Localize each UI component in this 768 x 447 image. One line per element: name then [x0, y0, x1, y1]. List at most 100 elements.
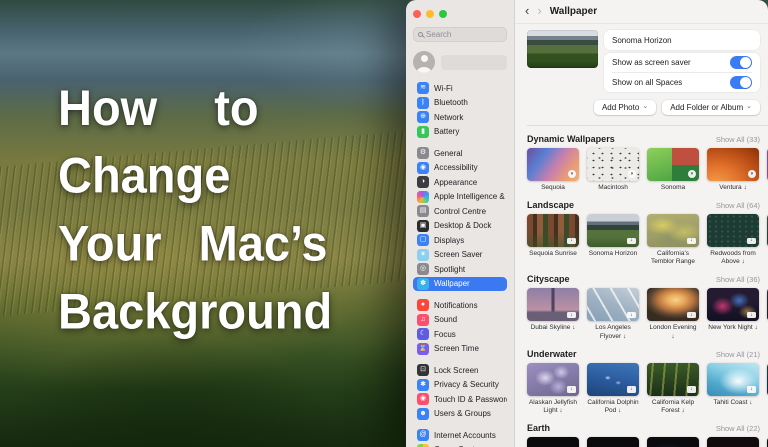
wallpaper-thumb-tahiti[interactable]: ↓	[707, 362, 759, 396]
sidebar-item-wallpaper[interactable]: ✽ Wallpaper	[413, 276, 507, 291]
wallpaper-thumb-london[interactable]: ↓	[647, 288, 699, 322]
sidebar-item-game-center[interactable]: Game Center	[413, 443, 507, 447]
screenshot-canvas: How to Change Your Mac’s Background Sear…	[0, 0, 768, 447]
all-spaces-toggle[interactable]	[730, 76, 752, 89]
wallpaper-cell: ↓ Redwoods from Above ↓	[707, 214, 759, 266]
download-badge-icon: ↓	[687, 386, 696, 393]
forward-button[interactable]: ›	[537, 4, 541, 17]
close-button[interactable]	[413, 10, 421, 18]
wallpaper-thumb-la[interactable]: ↓	[587, 288, 639, 322]
section-header: Cityscape Show All (36)	[527, 274, 768, 284]
show-all-link[interactable]: Show All (64)	[716, 201, 760, 210]
sidebar-item-label: Battery	[434, 127, 460, 137]
wallpaper-thumb-earth3[interactable]	[647, 436, 699, 447]
wallpaper-thumb-sonoma-horizon[interactable]: ↓	[587, 214, 639, 248]
sidebar-item-label: Control Centre	[434, 206, 487, 216]
sidebar-item-bluetooth[interactable]: ᛒ Bluetooth	[413, 96, 507, 111]
wifi-icon: ≋	[417, 82, 429, 95]
section-header: Earth Show All (22)	[527, 423, 768, 433]
wallpaper-thumb-earth2[interactable]	[587, 436, 639, 447]
wallpaper-thumb-sonoma[interactable]: ◗	[647, 148, 699, 181]
sidebar-item-label: Lock Screen	[434, 365, 479, 375]
sidebar-item-users-groups[interactable]: ☻ Users & Groups	[413, 407, 507, 422]
sidebar-item-network[interactable]: ⊕ Network	[413, 110, 507, 125]
wallpaper-thumb-kelp[interactable]: ↓	[647, 362, 699, 396]
sidebar-item-control-centre[interactable]: ▤ Control Centre	[413, 204, 507, 219]
network-icon: ⊕	[417, 111, 429, 124]
wallpaper-cell: ↓ Tahiti Coast ↓	[707, 362, 759, 415]
add-folder-or-album-button[interactable]: Add Folder or Album ⌄	[662, 100, 760, 115]
sidebar-item-wifi[interactable]: ≋ Wi-Fi	[413, 81, 507, 96]
wallpaper-thumb-macintosh[interactable]: ◗	[587, 148, 639, 181]
sidebar-item-focus[interactable]: ☾ Focus	[413, 327, 507, 342]
wallpaper-cell: ↓ Alaskan Jellyfish Light ↓	[527, 362, 579, 415]
sidebar-item-accessibility[interactable]: ◉ Accessibility	[413, 161, 507, 176]
wallpaper-cell: ↓ London Evening ↓	[647, 288, 699, 340]
sidebar-item-label: Internet Accounts	[434, 430, 496, 440]
wallpaper-thumb-earth4[interactable]	[707, 436, 759, 447]
wallpaper-label: Sonoma Horizon	[588, 250, 638, 258]
add-photo-button[interactable]: Add Photo ⌄	[593, 100, 657, 115]
chevron-down-icon: ⌄	[746, 103, 752, 110]
screen-saver-label: Show as screen saver	[612, 58, 691, 67]
sidebar-item-screen-saver[interactable]: ✶ Screen Saver	[413, 248, 507, 263]
sidebar-item-label: General	[434, 148, 463, 158]
wallpaper-thumb-nyc[interactable]: ↓	[707, 288, 759, 322]
wallpaper-thumb-dolphin[interactable]: ↓	[587, 362, 639, 396]
sidebar-item-spotlight[interactable]: ◎ Spotlight	[413, 262, 507, 277]
section-header: Landscape Show All (64)	[527, 200, 768, 210]
sidebar-item-label: Focus	[434, 329, 456, 339]
sidebar-item-general[interactable]: ⚙ General	[413, 146, 507, 161]
minimize-button[interactable]	[426, 10, 434, 18]
wallpaper-thumb-sequoia[interactable]: ◗	[527, 148, 579, 181]
sidebar-item-lock-screen[interactable]: ⊡ Lock Screen	[413, 363, 507, 378]
sidebar-item-notifications[interactable]: ● Notifications	[413, 298, 507, 313]
wallpaper-label: Sonoma	[660, 184, 686, 191]
sidebar-item-touch-id-password[interactable]: ◉ Touch ID & Password	[413, 392, 507, 407]
sidebar-group: @ Internet Accounts Game Center	[413, 428, 507, 447]
spotlight-icon: ◎	[417, 263, 429, 276]
section-landscape: Landscape Show All (64) ↓ Sequoia Sunrise ↓ S…	[527, 200, 768, 266]
back-button[interactable]: ‹	[525, 4, 529, 17]
wallpaper-cell: ↓ California Dolphin Pod ↓	[587, 362, 639, 415]
screen-saver-toggle[interactable]	[730, 56, 752, 69]
wallpaper-label: California Kelp Forest ↓	[651, 398, 695, 414]
hero-title-line: Change	[58, 147, 231, 204]
sidebar-item-displays[interactable]: ▢ Displays	[413, 233, 507, 248]
sidebar-item-internet-accounts[interactable]: @ Internet Accounts	[413, 428, 507, 443]
sidebar-item-label: Users & Groups	[434, 409, 491, 419]
wallpaper-thumb-temblor[interactable]: ↓	[647, 214, 699, 248]
sidebar-item-battery[interactable]: ▮ Battery	[413, 125, 507, 140]
profile-row[interactable]	[413, 51, 507, 73]
wallpaper-thumb-dubai[interactable]: ↓	[527, 288, 579, 322]
wallpaper-thumb-ventura[interactable]: ◗	[707, 148, 759, 181]
appearance-icon: ◑	[417, 176, 429, 189]
wallpaper-thumb-earth1[interactable]	[527, 436, 579, 447]
sidebar-item-sound[interactable]: ♫ Sound	[413, 313, 507, 328]
sidebar-item-appearance[interactable]: ◑ Appearance	[413, 175, 507, 190]
show-all-link[interactable]: Show All (21)	[716, 350, 760, 359]
screen-saver-row: Show as screen saver	[612, 53, 752, 72]
show-all-link[interactable]: Show All (22)	[716, 424, 760, 433]
wallpaper-pane: ‹ › Wallpaper Sonoma Horizon Show as scr…	[515, 0, 768, 447]
wallpaper-cell: ↓ Sequoia Sunrise	[527, 214, 579, 266]
section-title: Landscape	[527, 200, 575, 211]
search-input[interactable]: Search	[413, 27, 507, 42]
wallpaper-thumb-redwoods[interactable]: ↓	[707, 214, 759, 248]
page-title: Wallpaper	[549, 6, 598, 17]
wallpaper-label: New York Night ↓	[708, 324, 758, 332]
show-all-link[interactable]: Show All (36)	[716, 275, 760, 284]
control-centre-icon: ▤	[417, 205, 429, 218]
lock-screen-icon: ⊡	[417, 364, 429, 377]
maximize-button[interactable]	[439, 10, 447, 18]
sidebar-item-desktop-dock[interactable]: ▣ Desktop & Dock	[413, 219, 507, 234]
download-badge-icon: ↓	[627, 311, 636, 319]
sidebar-item-label: Spotlight	[434, 264, 466, 274]
wallpaper-thumb-sequoia-sunrise[interactable]: ↓	[527, 214, 579, 248]
sidebar-item-screen-time[interactable]: ⌛ Screen Time	[413, 342, 507, 357]
show-all-link[interactable]: Show All (33)	[716, 135, 760, 144]
sidebar-item-apple-intelligence-siri[interactable]: Apple Intelligence & Siri	[413, 190, 507, 205]
wallpaper-thumb-jellyfish[interactable]: ↓	[527, 362, 579, 396]
wallpaper-cell: ◗ Ventura ↓	[707, 148, 759, 192]
sidebar-item-privacy-security[interactable]: ✱ Privacy & Security	[413, 378, 507, 393]
